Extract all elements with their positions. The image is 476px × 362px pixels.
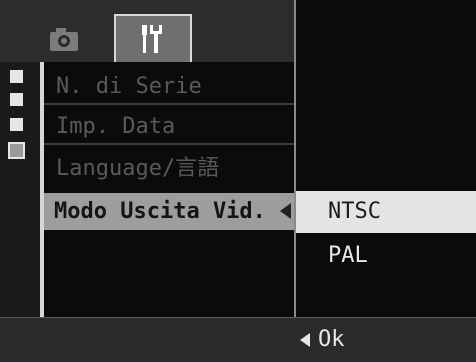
menu-item-date-settings[interactable]: Imp. Data <box>44 108 294 145</box>
setup-icon <box>142 25 162 53</box>
camera-menu-screen: N. di Serie Imp. Data Language/言語 Modo U… <box>0 0 476 362</box>
submenu-open-arrow-icon <box>280 203 291 219</box>
left-arrow-icon <box>300 333 310 347</box>
menu-item-serial-number[interactable]: N. di Serie <box>44 68 294 105</box>
tab-setup[interactable] <box>114 14 192 62</box>
ok-hint: Ok <box>300 318 345 362</box>
option-pal[interactable]: PAL <box>296 235 476 277</box>
tab-bar <box>0 0 296 62</box>
ok-label: Ok <box>318 327 345 352</box>
menu-item-language[interactable]: Language/言語 <box>44 150 294 187</box>
option-ntsc[interactable]: NTSC <box>296 191 476 233</box>
bottom-bar: Ok <box>0 317 476 362</box>
page-indicator-2 <box>10 93 23 106</box>
tab-camera[interactable] <box>36 18 90 58</box>
page-indicator-3 <box>10 118 23 131</box>
menu-item-video-out-mode[interactable]: Modo Uscita Vid. <box>44 193 294 230</box>
camera-icon <box>50 28 78 51</box>
page-indicator-1 <box>10 70 23 83</box>
page-indicator-4-active <box>8 142 25 159</box>
